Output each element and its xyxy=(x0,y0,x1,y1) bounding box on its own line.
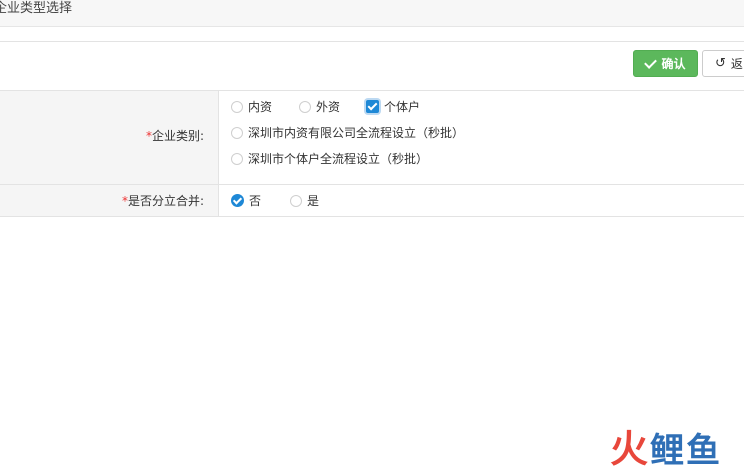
checkbox-checked-icon[interactable] xyxy=(366,100,379,113)
option-individual[interactable]: 个体户 xyxy=(366,98,420,115)
option-yes[interactable]: 是 xyxy=(290,192,319,209)
merge-row: *是否分立合并: 否 是 xyxy=(0,185,744,217)
confirm-button[interactable]: 确认 xyxy=(633,50,698,77)
option-label: 深圳市内资有限公司全流程设立（秒批） xyxy=(248,126,465,140)
page-header: 企业类型选择 xyxy=(0,0,744,27)
option-shenzhen-domestic[interactable]: 深圳市内资有限公司全流程设立（秒批） xyxy=(231,124,464,141)
undo-icon: ↺ xyxy=(715,56,726,71)
radio-unchecked-icon[interactable] xyxy=(231,100,243,113)
option-shenzhen-individual[interactable]: 深圳市个体户全流程设立（秒批） xyxy=(231,150,428,167)
action-toolbar: 确认 ↺ 返 xyxy=(0,41,744,91)
option-foreign[interactable]: 外资 xyxy=(299,98,340,115)
check-icon xyxy=(644,55,658,69)
option-label: 外资 xyxy=(316,100,341,114)
company-type-label-cell: *企业类别: xyxy=(0,91,219,184)
company-type-row: *企业类别: 内资 外资 个体户 深圳市内资有限公司全流程设立（秒批） 深圳市个… xyxy=(0,91,744,185)
company-type-options: 内资 外资 个体户 深圳市内资有限公司全流程设立（秒批） 深圳市个体户全流程设立… xyxy=(219,91,744,184)
watermark-logo: 火 鲤鱼 xyxy=(610,430,722,468)
option-domestic[interactable]: 内资 xyxy=(231,98,272,115)
back-button-label: 返 xyxy=(730,57,743,71)
option-label: 个体户 xyxy=(384,100,421,114)
company-type-label: *企业类别: xyxy=(145,129,204,143)
radio-unchecked-icon[interactable] xyxy=(231,152,243,165)
radio-unchecked-icon[interactable] xyxy=(290,194,302,207)
option-label: 深圳市个体户全流程设立（秒批） xyxy=(248,152,429,166)
option-no[interactable]: 否 xyxy=(231,192,261,209)
option-label: 否 xyxy=(249,194,262,208)
back-button[interactable]: ↺ 返 xyxy=(702,50,744,77)
fire-icon: 火 xyxy=(609,427,648,471)
radio-unchecked-icon[interactable] xyxy=(231,126,243,139)
radio-checked-icon[interactable] xyxy=(231,194,244,207)
confirm-button-label: 确认 xyxy=(661,57,686,71)
radio-unchecked-icon[interactable] xyxy=(299,100,311,113)
option-label: 内资 xyxy=(248,100,273,114)
form-table: *企业类别: 内资 外资 个体户 深圳市内资有限公司全流程设立（秒批） 深圳市个… xyxy=(0,90,744,217)
option-label: 是 xyxy=(307,194,320,208)
merge-label: *是否分立合并: xyxy=(121,194,204,208)
watermark-text: 鲤鱼 xyxy=(650,431,722,471)
merge-label-cell: *是否分立合并: xyxy=(0,185,219,216)
merge-options: 否 是 xyxy=(219,185,744,216)
page-title: 企业类型选择 xyxy=(0,1,73,16)
